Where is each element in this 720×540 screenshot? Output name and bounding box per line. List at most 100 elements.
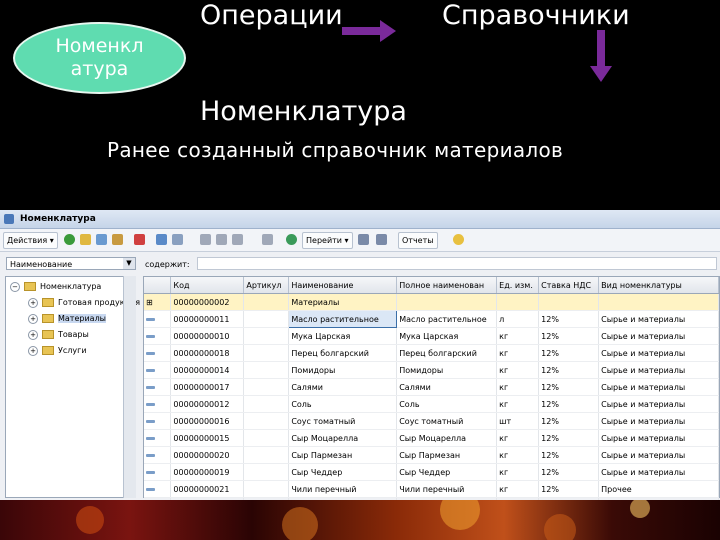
list-icon[interactable] [172, 234, 183, 245]
filter-icon[interactable] [200, 234, 211, 245]
cell-code[interactable]: 00000000016 [170, 412, 245, 430]
cell-article[interactable] [243, 446, 290, 464]
column-header-full-name[interactable]: Полное наименован [396, 277, 498, 294]
hierarchy-icon[interactable] [156, 234, 167, 245]
cell-article[interactable] [243, 378, 290, 396]
cell-full-name[interactable]: Салями [396, 378, 498, 396]
cell-unit[interactable]: кг [496, 463, 540, 481]
cell-kind[interactable]: Сырье и материалы [598, 378, 719, 396]
cell-full-name[interactable]: Сыр Моцарелла [396, 429, 498, 447]
tree-item-goods[interactable]: + Товары [28, 328, 89, 341]
go-menu-button[interactable]: Перейти ▾ [302, 232, 353, 249]
cell-full-name[interactable]: Мука Царская [396, 327, 498, 345]
actions-menu-button[interactable]: Действия ▾ [3, 232, 58, 249]
cell-unit[interactable]: кг [496, 378, 540, 396]
cell-full-name[interactable]: Соль [396, 395, 498, 413]
expand-icon[interactable]: + [28, 297, 38, 308]
edit-icon[interactable] [112, 234, 123, 245]
cell-unit[interactable]: шт [496, 412, 540, 430]
cell-vat[interactable]: 12% [538, 327, 600, 345]
table-row[interactable]: 00000000020 Сыр Пармезан Сыр Пармезан кг 12%… [144, 446, 719, 464]
cell-kind[interactable]: Прочее [598, 480, 719, 498]
cell-code[interactable]: 00000000014 [170, 361, 245, 379]
structure-icon[interactable] [376, 234, 387, 245]
cell-article[interactable] [243, 429, 290, 447]
cell-kind[interactable]: Сырье и материалы [598, 446, 719, 464]
column-header-name[interactable]: Наименование [288, 277, 398, 294]
expand-icon[interactable]: + [28, 313, 38, 324]
filter-field-select[interactable]: Наименование ▼ [6, 257, 136, 270]
cell-unit[interactable]: кг [496, 344, 540, 362]
cell-vat[interactable]: 12% [538, 395, 600, 413]
cell-article[interactable] [243, 310, 290, 328]
cell-code[interactable]: 00000000019 [170, 463, 245, 481]
cell-article[interactable] [243, 463, 290, 481]
print-icon[interactable] [358, 234, 369, 245]
cell-kind[interactable]: Сырье и материалы [598, 395, 719, 413]
cell-full-name[interactable]: Соус томатный [396, 412, 498, 430]
cell-kind[interactable]: Сырье и материалы [598, 344, 719, 362]
cell-code[interactable]: 00000000017 [170, 378, 245, 396]
refresh-icon[interactable] [286, 234, 297, 245]
cell-kind[interactable]: Сырье и материалы [598, 412, 719, 430]
cell-name[interactable]: Помидоры [288, 361, 398, 379]
cell-unit[interactable]: кг [496, 361, 540, 379]
cell-vat[interactable]: 12% [538, 463, 600, 481]
cell-code[interactable]: 00000000010 [170, 327, 245, 345]
cell-code[interactable]: 00000000020 [170, 446, 245, 464]
cell-name[interactable]: Мука Царская [288, 327, 398, 345]
cell-vat[interactable]: 12% [538, 446, 600, 464]
column-header-code[interactable]: Код [170, 277, 245, 294]
cell-full-name[interactable]: Помидоры [396, 361, 498, 379]
cell-name[interactable]: Перец болгарский [288, 344, 398, 362]
cell-unit[interactable]: кг [496, 395, 540, 413]
cell-kind[interactable]: Сырье и материалы [598, 463, 719, 481]
expand-icon[interactable]: + [28, 345, 38, 356]
cell-article[interactable] [243, 412, 290, 430]
add-folder-icon[interactable] [80, 234, 91, 245]
cell-code[interactable]: 00000000011 [170, 310, 245, 328]
cell-vat[interactable]: 12% [538, 429, 600, 447]
table-row[interactable]: 00000000017 Салями Салями кг 12% Сырье и мате… [144, 378, 719, 396]
table-row[interactable]: 00000000018 Перец болгарский Перец болгарс… [144, 344, 719, 362]
cell-full-name[interactable]: Сыр Пармезан [396, 446, 498, 464]
cell-unit[interactable]: кг [496, 480, 540, 498]
help-icon[interactable] [453, 234, 464, 245]
tree-root[interactable]: − Номенклатура [10, 280, 101, 293]
table-row[interactable]: 00000000012 Соль Соль кг 12% Сырье и материал… [144, 395, 719, 413]
table-row[interactable]: 00000000014 Помидоры Помидоры кг 12% Сырье и … [144, 361, 719, 379]
tree-item-materials[interactable]: + Материалы [28, 312, 106, 325]
cell-name[interactable]: Сыр Пармезан [288, 446, 398, 464]
cell-vat[interactable]: 12% [538, 480, 600, 498]
cell-name[interactable]: Соус томатный [288, 412, 398, 430]
cell-full-name[interactable]: Чили перечный [396, 480, 498, 498]
table-row[interactable]: 00000000016 Соус томатный Соус томатный шт 1… [144, 412, 719, 430]
copy-icon[interactable] [96, 234, 107, 245]
table-row[interactable]: 00000000010 Мука Царская Мука Царская кг 12%… [144, 327, 719, 345]
cell-code[interactable]: 00000000021 [170, 480, 245, 498]
cell-article[interactable] [243, 344, 290, 362]
table-row[interactable]: 00000000011 Масло растительное Масло расти… [144, 310, 719, 328]
clear-filter-icon[interactable] [262, 234, 273, 245]
cell-vat[interactable]: 12% [538, 344, 600, 362]
cell-kind[interactable]: Сырье и материалы [598, 327, 719, 345]
expand-icon[interactable]: + [28, 329, 38, 340]
delete-icon[interactable] [134, 234, 145, 245]
cell-vat[interactable]: 12% [538, 361, 600, 379]
cell-vat[interactable]: 12% [538, 378, 600, 396]
cell-name[interactable]: Салями [288, 378, 398, 396]
column-header-vat[interactable]: Ставка НДС [538, 277, 600, 294]
cell-full-name[interactable]: Перец болгарский [396, 344, 498, 362]
cell-full-name[interactable]: Масло растительное [396, 310, 498, 328]
column-header-unit[interactable]: Ед. изм. [496, 277, 540, 294]
chevron-down-icon[interactable]: ▼ [123, 258, 135, 269]
cell-name[interactable]: Соль [288, 395, 398, 413]
group-row[interactable]: ⊞ 00000000002 Материалы [144, 293, 719, 311]
column-header-kind[interactable]: Вид номенклатуры [598, 277, 719, 294]
cell-name[interactable]: Сыр Моцарелла [288, 429, 398, 447]
table-row[interactable]: 00000000021 Чили перечный Чили перечный кг 1… [144, 480, 719, 498]
cell-name[interactable]: Сыр Чеддер [288, 463, 398, 481]
table-row[interactable]: 00000000015 Сыр Моцарелла Сыр Моцарелла кг 1… [144, 429, 719, 447]
tree-scrollbar[interactable] [123, 276, 136, 498]
cell-unit[interactable]: кг [496, 429, 540, 447]
